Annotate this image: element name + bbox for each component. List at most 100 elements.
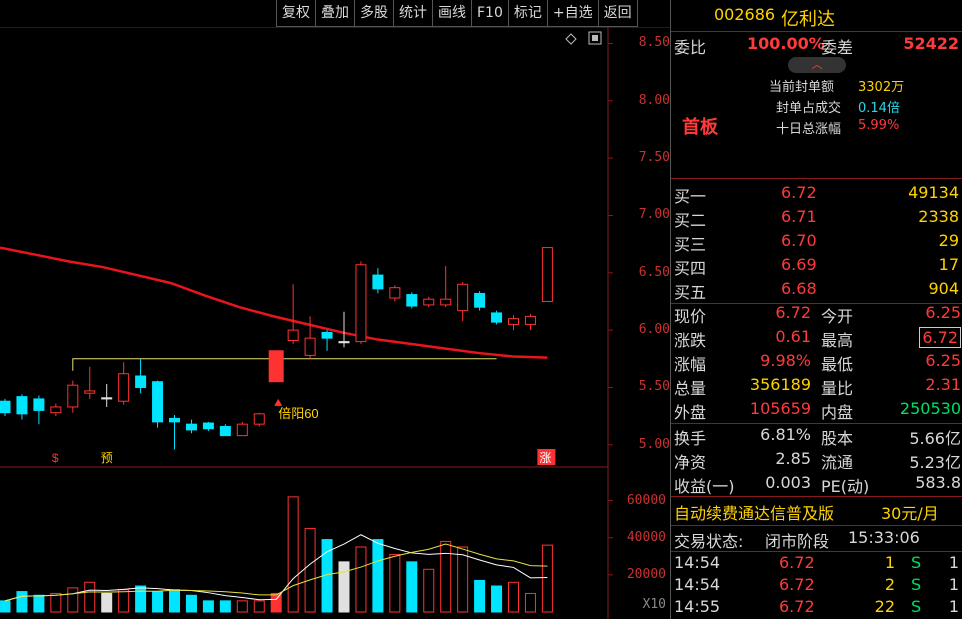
candle-body — [389, 287, 401, 299]
toolbar-button-8[interactable]: 返回 — [597, 0, 638, 27]
candle-body — [457, 283, 469, 312]
quote-label: 总量 — [674, 379, 707, 398]
stock-name: 亿利达 — [781, 9, 835, 30]
bid-row: 买四 6.69 17 — [671, 255, 962, 279]
promo-text[interactable]: 自动续费通达信普及版 — [674, 500, 834, 524]
tick-volume: 2 — [884, 575, 895, 594]
candle-body — [185, 423, 197, 431]
fundamental-row: 换手 6.81% 股本 5.66亿 — [671, 425, 962, 449]
collapse-toggle[interactable]: ︿ — [788, 57, 846, 73]
pattern-arrow-icon — [274, 398, 283, 406]
candle-body — [355, 264, 367, 343]
volume-bar — [33, 594, 45, 613]
promo-price[interactable]: 30元/月 — [881, 500, 939, 524]
bid-volume: 29 — [938, 231, 959, 250]
candle-body — [474, 292, 486, 308]
quote-value: 356189 — [749, 375, 811, 394]
window-icon-fill — [592, 35, 598, 41]
bid-label: 买三 — [674, 235, 707, 254]
volume-bar — [118, 589, 130, 613]
candle-body — [135, 375, 147, 388]
volume-bar — [372, 539, 384, 613]
candle-body — [406, 294, 418, 307]
tick-side: S — [911, 575, 922, 594]
toolbar-button-3[interactable]: 统计 — [393, 0, 432, 27]
seal-ratio-label: 封单占成交 — [776, 101, 842, 116]
bid-price: 6.68 — [781, 279, 817, 298]
candle-body — [67, 384, 79, 408]
ten-day-row: 十日总涨幅 5.99% — [671, 118, 962, 142]
toolbar-button-5[interactable]: F10 — [471, 0, 508, 27]
order-ratio-value: 100.00% — [747, 34, 825, 53]
tick-time: 14:54 — [674, 575, 721, 594]
volume-bar — [508, 581, 519, 613]
price-tick-label: 7.00 — [638, 207, 670, 223]
volume-bar — [236, 600, 248, 613]
bid-volume: 2338 — [918, 207, 959, 226]
stock-code: 002686 — [714, 5, 776, 24]
quote-label: 涨幅 — [674, 355, 707, 374]
quote-row: 涨幅 9.98% 最低 6.25 — [671, 351, 962, 375]
kline-chart-svg[interactable]: 倍阳60 $ 预 涨 — [0, 27, 670, 619]
volume-bar — [185, 594, 197, 613]
volume-bar — [338, 561, 350, 613]
quote-row: 现价 6.72 今开 6.25 — [671, 303, 962, 327]
volume-bar — [50, 592, 62, 613]
candle-body — [321, 331, 333, 339]
volume-bar — [389, 553, 401, 613]
candle-body — [372, 274, 384, 290]
volume-bar — [423, 568, 435, 613]
tick-time: 14:55 — [674, 597, 721, 616]
candle-body — [169, 417, 180, 423]
toolbar-button-0[interactable]: 复权 — [276, 0, 315, 27]
quote-row: 外盘 105659 内盘 250530 — [671, 399, 962, 423]
bid-row: 买二 6.71 2338 — [671, 207, 962, 231]
quote-value: 6.72 — [919, 327, 961, 348]
toolbar-button-2[interactable]: 多股 — [354, 0, 393, 27]
toolbar-button-4[interactable]: 画线 — [432, 0, 471, 27]
volume-bar — [457, 546, 469, 613]
tick-row: 14:54 6.72 2 S 1 — [671, 575, 962, 599]
kline-chart-area[interactable]: 倍阳60 $ 预 涨 8.50 8.00 7.50 7.00 6.50 6.00 5.50 5.00… — [0, 27, 670, 619]
diamond-icon — [565, 33, 577, 45]
bid-label: 买一 — [674, 187, 707, 206]
promo-row[interactable]: 自动续费通达信普及版 30元/月 — [671, 500, 962, 524]
volume-bar — [101, 592, 113, 613]
volume-bar — [253, 600, 265, 613]
candle-body — [50, 406, 62, 414]
candle-body — [236, 423, 248, 437]
fundamental-label: 股本 — [821, 429, 854, 448]
toolbar-button-7[interactable]: +自选 — [546, 0, 598, 27]
pre-marker: 预 — [101, 451, 113, 465]
down-marker: $ — [52, 451, 59, 465]
candle-body — [118, 373, 130, 402]
fundamental-label: PE(动) — [821, 477, 870, 496]
fundamental-value: 5.66亿 — [909, 429, 961, 448]
quote-label: 最高 — [821, 331, 854, 350]
candle-body — [304, 337, 316, 356]
fundamental-label: 换手 — [674, 429, 707, 448]
candle-body — [253, 413, 265, 425]
fundamental-value: 6.81% — [760, 425, 811, 444]
trade-status-time: 15:33:06 — [848, 528, 920, 547]
quote-panel: 002686 亿利达 委比 100.00% 委差 52422 ︿ 当前封单额 3… — [670, 0, 962, 619]
toolbar-button-1[interactable]: 叠加 — [315, 0, 354, 27]
bid-price: 6.71 — [781, 207, 817, 226]
tick-side: S — [911, 553, 922, 572]
tick-row: 14:54 6.72 1 S 1 — [671, 553, 962, 577]
candle-body — [524, 315, 536, 325]
price-tick-label: 8.50 — [638, 35, 670, 51]
price-tick-label: 6.50 — [638, 264, 670, 280]
trade-status-row: 交易状态: 闭市阶段 15:33:06 — [671, 528, 962, 552]
volume-tick-label: 60000 — [626, 492, 666, 508]
candle-body — [152, 381, 164, 423]
volume-bar — [152, 591, 164, 613]
candle-body — [491, 312, 503, 323]
fundamental-row: 收益(一) 0.003 PE(动) 583.8 — [671, 473, 962, 497]
volume-bar — [202, 600, 214, 613]
volume-bar — [135, 585, 147, 613]
volume-bar — [16, 591, 28, 613]
order-ratio-label: 委比 — [674, 38, 707, 57]
toolbar-button-6[interactable]: 标记 — [507, 0, 547, 27]
quote-value: 250530 — [899, 399, 961, 418]
